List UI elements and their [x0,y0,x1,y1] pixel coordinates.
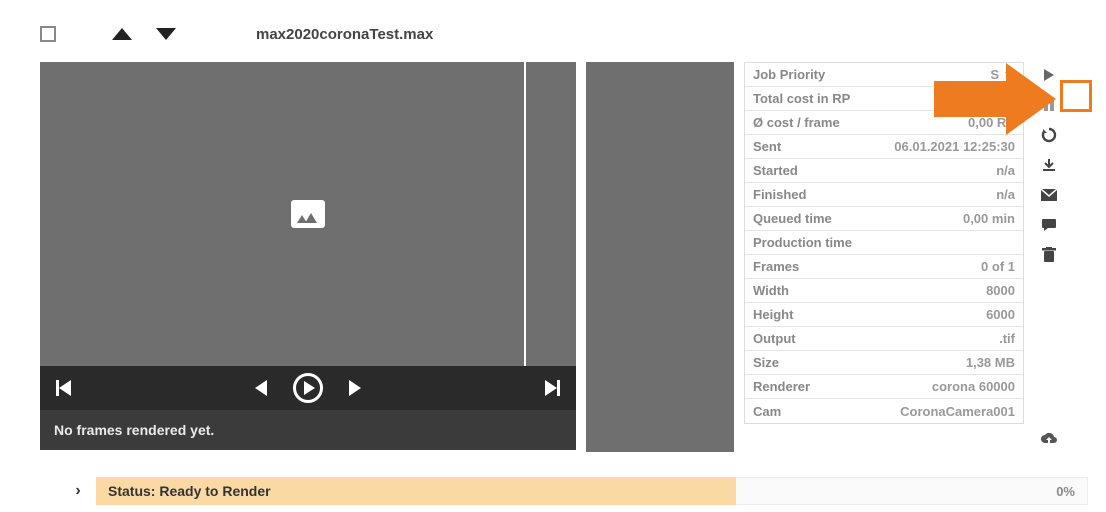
info-row: Finished n/a [745,183,1023,207]
info-value: 6000 [986,307,1015,322]
preview-viewport [40,62,576,366]
job-actions [1034,62,1064,452]
info-label: Size [753,355,779,370]
info-row[interactable]: Job Priority S [745,63,1023,87]
progress-percent: 0% [1056,484,1075,499]
chat-button[interactable] [1038,214,1060,236]
info-row: Output .tif [745,327,1023,351]
previous-button[interactable] [255,380,267,396]
image-placeholder-icon [291,200,325,228]
info-label: Height [753,307,793,322]
preview-column: No frames rendered yet. [40,62,576,450]
info-value: CoronaCamera001 [900,404,1015,419]
info-value: RP [997,91,1015,106]
info-row: Height 6000 [745,303,1023,327]
pause-button[interactable] [1038,94,1060,116]
info-row: Production time [745,231,1023,255]
play-button[interactable] [293,373,323,403]
info-label: Ø cost / frame [753,115,840,130]
job-info-table: Job Priority S Total cost in RP RP Ø cost / … [744,62,1024,424]
info-value: 0 of 1 [981,259,1015,274]
info-value: 0,00 RP [968,115,1015,130]
info-label: Started [753,163,798,178]
info-label: Frames [753,259,799,274]
info-value: .tif [999,331,1015,346]
info-label: Production time [753,235,852,250]
preview-status-text: No frames rendered yet. [40,410,576,450]
info-row: Started n/a [745,159,1023,183]
expand-chevron-icon[interactable]: › [60,482,96,500]
delete-button[interactable] [1038,244,1060,266]
info-row: Sent 06.01.2021 12:25:30 [745,135,1023,159]
info-label: Width [753,283,789,298]
info-label: Sent [753,139,781,154]
restart-button[interactable] [1038,124,1060,146]
info-value: 06.01.2021 12:25:30 [894,139,1015,154]
info-label: Cam [753,404,781,419]
thumbnail-strip [586,62,734,452]
sort-down-icon[interactable] [156,28,176,40]
info-label: Finished [753,187,806,202]
info-label: Renderer [753,379,810,394]
cloud-upload-button[interactable] [1038,428,1060,450]
info-value: n/a [996,187,1015,202]
info-label: Output [753,331,796,346]
info-row: Cam CoronaCamera001 [745,399,1023,423]
info-row: Queued time 0,00 min [745,207,1023,231]
info-label: Queued time [753,211,832,226]
player-controls [40,366,576,410]
download-button[interactable] [1038,154,1060,176]
info-label: Total cost in RP [753,91,850,106]
skip-first-button[interactable] [56,380,71,396]
info-value: n/a [996,163,1015,178]
info-value: S [990,67,999,82]
info-row: Frames 0 of 1 [745,255,1023,279]
info-value: corona 60000 [932,379,1015,394]
info-value: 0,00 min [963,211,1015,226]
status-label: Status: Ready to Render [96,477,736,505]
info-row: Width 8000 [745,279,1023,303]
info-label: Job Priority [753,67,825,82]
start-button[interactable] [1038,64,1060,86]
job-filename: max2020coronaTest.max [256,26,433,43]
next-button[interactable] [349,380,361,396]
info-value: 1,38 MB [966,355,1015,370]
select-job-checkbox[interactable] [40,26,56,42]
info-row: Total cost in RP RP [745,87,1023,111]
email-button[interactable] [1038,184,1060,206]
info-value: 8000 [986,283,1015,298]
sort-up-icon[interactable] [112,28,132,40]
info-row: Ø cost / frame 0,00 RP [745,111,1023,135]
skip-last-button[interactable] [545,380,560,396]
info-row: Size 1,38 MB [745,351,1023,375]
info-row: Renderer corona 60000 [745,375,1023,399]
chevron-down-icon[interactable] [1005,72,1015,78]
